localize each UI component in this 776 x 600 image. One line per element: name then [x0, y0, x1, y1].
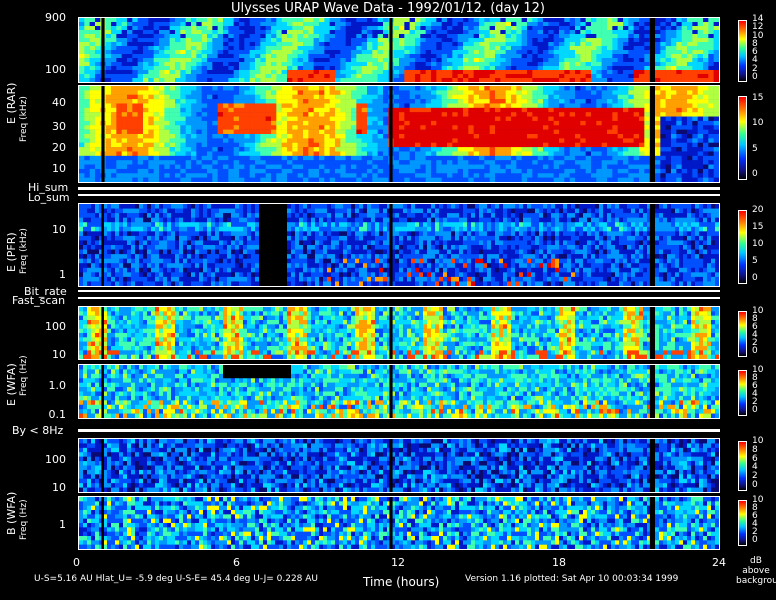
colorbar-tick: 5 [752, 256, 758, 266]
footer-right: Version 1.16 plotted: Sat Apr 10 00:03:3… [465, 574, 679, 584]
pfr-spectrogram [78, 203, 720, 287]
rar-tick-30: 30 [52, 120, 66, 133]
spectrogram-cells [79, 365, 719, 418]
colorbar-tick: 0 [752, 169, 758, 179]
wfa-b-tick-10: 10 [52, 481, 66, 494]
wfa-e-low-spectrogram [78, 364, 720, 419]
spectrogram-cells [79, 18, 719, 82]
rar-tick-900: 900 [45, 11, 66, 24]
rar-high-spectrogram [78, 17, 720, 83]
rar-freq-label: Freq (kHz) [19, 96, 29, 142]
colorbar-tick: 20 [752, 205, 764, 215]
bit-rate-strip [78, 290, 720, 292]
colorbar-tick: 15 [752, 93, 764, 103]
wfa-e-axis-label: E (WFA) [5, 363, 18, 406]
lo-sum-strip [78, 194, 720, 196]
x-tick-6: 6 [233, 556, 240, 569]
footer-left: U-S=5.16 AU Hlat_U= -5.9 deg U-S-E= 45.4… [34, 574, 319, 584]
hi-sum-strip [78, 187, 720, 190]
pfr-freq-label: Freq (kHz) [19, 228, 29, 274]
rar-low-colorbar [738, 96, 747, 180]
colorbar-tick: 15 [752, 222, 764, 232]
colorbar-tick: 0 [752, 405, 758, 415]
wfa-b-tick-1: 1 [59, 518, 66, 531]
wfa-e-tick-01: 0.1 [48, 408, 67, 421]
lo-sum-label: Lo_sum [28, 191, 70, 204]
wfa-b-high-spectrogram [78, 438, 720, 493]
wfa-b-tick-100: 100 [45, 453, 66, 466]
wfa-e-freq-label: Freq (Hz) [19, 355, 29, 396]
colorbar-tick: 0 [752, 480, 758, 490]
wfa-e-low-colorbar [738, 370, 747, 416]
rar-tick-100: 100 [45, 63, 66, 76]
wfa-b-axis-label: B (WFA) [5, 491, 18, 535]
rar-tick-10: 10 [52, 162, 66, 175]
by-label: By < 8Hz [12, 424, 64, 437]
rar-axis-label: E (RAR) [5, 82, 18, 124]
wfa-e-high-spectrogram [78, 306, 720, 360]
colorbar-tick: 0 [752, 535, 758, 545]
colorbar-tick: 5 [752, 143, 758, 154]
pfr-axis-label: E (PFR) [5, 232, 18, 272]
wfa-b-freq-label: Freq (Hz) [19, 499, 29, 540]
colorbar-tick: 0 [752, 346, 758, 356]
colorbar-tick: 10 [752, 118, 764, 129]
x-tick-0: 0 [73, 556, 80, 569]
x-tick-12: 12 [391, 556, 405, 569]
spectrogram-cells [79, 86, 719, 182]
rar-low-spectrogram [78, 85, 720, 183]
spectrogram-cells [79, 307, 719, 359]
wfa-e-tick-10: 10 [52, 348, 66, 361]
pfr-tick-1: 1 [59, 268, 66, 281]
wfa-b-high-colorbar [738, 441, 747, 491]
spectrogram-cells [79, 497, 719, 549]
spectrogram-cells [79, 204, 719, 286]
colorbar-tick: 10 [752, 239, 764, 249]
x-tick-18: 18 [552, 556, 566, 569]
rar-tick-40: 40 [52, 96, 66, 109]
colorbar-tick: 0 [752, 72, 758, 82]
x-axis-label: Time (hours) [363, 575, 440, 589]
rar-high-colorbar [738, 20, 747, 82]
colorbar-tick: 0 [752, 273, 758, 283]
wfa-e-tick-1: 1.0 [48, 379, 67, 392]
rar-tick-20: 20 [52, 141, 66, 154]
chart-title: Ulysses URAP Wave Data - 1992/01/12. (da… [231, 1, 545, 16]
dbunit-line1: dB [750, 556, 762, 566]
spectrogram-cells [79, 439, 719, 492]
fast-scan-label: Fast_scan [12, 294, 66, 307]
dbunit-line2: above [742, 566, 770, 576]
wfa-b-low-spectrogram [78, 496, 720, 550]
fast-scan-strip [78, 297, 720, 299]
wfa-e-high-colorbar [738, 311, 747, 357]
dbunit-line3: background [736, 576, 776, 586]
pfr-tick-10: 10 [52, 223, 66, 236]
wfa-e-tick-100: 100 [45, 320, 66, 333]
pfr-colorbar [738, 210, 747, 284]
by-strip [78, 429, 720, 432]
x-tick-24: 24 [712, 556, 726, 569]
wfa-b-low-colorbar [738, 500, 747, 546]
